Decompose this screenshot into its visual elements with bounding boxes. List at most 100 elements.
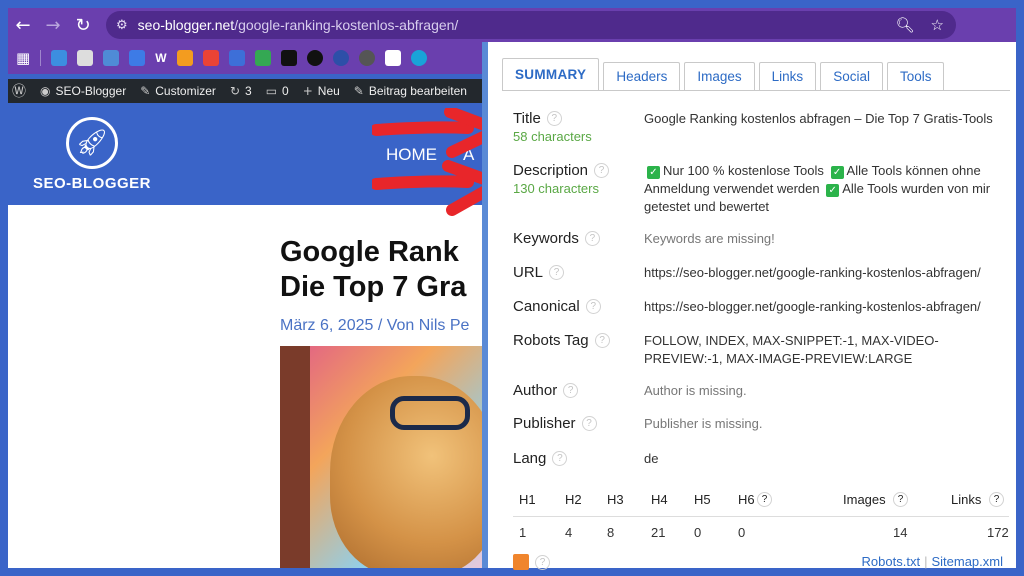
dashboard-icon: ◉ (40, 84, 51, 98)
wp-admin-bar: Ⓦ ◉ SEO-Blogger ✎ Customizer ↻ 3 ▭ 0 + Neu ✎ B… (8, 79, 483, 103)
bookmark-icon[interactable] (410, 50, 427, 66)
canonical-row: Canonical? https://seo-blogger.net/googl… (513, 298, 1013, 315)
sitemap-xml-link[interactable]: Sitemap.xml (931, 554, 1003, 569)
url-host: seo-blogger.net (137, 17, 235, 33)
bookmark-icon[interactable] (77, 50, 94, 66)
description-part: Nur 100 % kostenlose Tools (663, 163, 824, 178)
amazon-icon[interactable] (176, 50, 193, 66)
help-icon[interactable]: ? (552, 451, 568, 466)
site-logo[interactable]: 🚀︎ SEO-BLOGGER (32, 117, 152, 192)
robots-txt-link[interactable]: Robots.txt (862, 554, 921, 569)
publisher-value: Publisher is missing. (644, 416, 763, 431)
val-h5: 0 (694, 525, 702, 540)
bookmark-w-icon[interactable]: W (155, 51, 166, 65)
headings-summary-table: H1 H2 H3 H4 H5 H6 ? Images ? Links ? 1 4… (513, 492, 1013, 545)
site-info-icon[interactable]: ⚙ (116, 18, 128, 33)
col-h3: H3 (607, 492, 624, 507)
bookmark-icon[interactable] (51, 50, 68, 66)
help-icon[interactable]: ? (585, 299, 601, 314)
apps-grid-icon[interactable]: ▦ (16, 49, 30, 67)
plus-icon: + (302, 84, 313, 98)
tab-social[interactable]: Social (820, 62, 883, 90)
post-meta[interactable]: März 6, 2025 / Von Nils Pe (280, 317, 469, 335)
val-images: 14 (893, 525, 908, 540)
seo-extension-panel: SUMMARY Headers Images Links Social Tool… (482, 42, 1016, 570)
drive-icon[interactable] (254, 50, 271, 66)
rss-feed-icon[interactable] (513, 554, 529, 570)
chatgpt-icon[interactable] (306, 50, 323, 66)
bookmark-star-icon[interactable]: ☆ (931, 16, 944, 34)
updates-icon: ↻ (229, 84, 240, 98)
arrow-right-icon: → (45, 14, 61, 36)
tab-headers[interactable]: Headers (603, 62, 681, 90)
divider (513, 516, 1009, 517)
page-content: Google Rank Die Top 7 Gra März 6, 2025 /… (8, 205, 483, 568)
help-icon[interactable]: ? (594, 163, 610, 178)
tab-links[interactable]: Links (758, 62, 817, 90)
robots-value: FOLLOW, INDEX, MAX-SNIPPET:-1, MAX-VIDEO… (644, 333, 939, 366)
lang-label: Lang (513, 450, 547, 467)
keywords-label: Keywords (513, 230, 579, 247)
wordpress-icon[interactable]: Ⓦ (12, 81, 26, 101)
tab-summary[interactable]: SUMMARY (502, 58, 600, 90)
mail-icon[interactable] (228, 50, 245, 66)
bookmark-icon[interactable] (103, 50, 120, 66)
col-links: Links (951, 492, 982, 507)
val-h1: 1 (519, 525, 527, 540)
url-row: URL? https://seo-blogger.net/google-rank… (513, 264, 1013, 281)
help-icon[interactable]: ? (989, 492, 1004, 507)
wp-new-link[interactable]: + Neu (303, 84, 340, 98)
help-icon[interactable]: ? (535, 555, 550, 570)
gmail-icon[interactable] (202, 50, 219, 66)
browser-toolbar: ← → ↻ ⚙ seo-blogger.net/google-ranking-k… (8, 8, 1016, 42)
back-button[interactable]: ← (8, 10, 38, 40)
help-icon[interactable]: ? (546, 111, 562, 126)
wp-edit-link[interactable]: ✎ Beitrag bearbeiten (354, 84, 467, 98)
url-path: /google-ranking-kostenlos-abfragen/ (234, 17, 459, 33)
logo-text: SEO-BLOGGER (32, 175, 151, 192)
wp-site-link[interactable]: ◉ SEO-Blogger (40, 84, 126, 98)
bookmark-icon[interactable] (332, 50, 349, 66)
wp-comments-link[interactable]: ▭ 0 (266, 84, 289, 98)
address-bar[interactable]: ⚙ seo-blogger.net/google-ranking-kostenl… (106, 11, 956, 39)
tab-tools[interactable]: Tools (886, 62, 945, 90)
title-char-count: 58 characters (513, 129, 592, 144)
panel-footer: ? Robots.txt | Sitemap.xml (513, 552, 1013, 572)
help-icon[interactable]: ? (563, 383, 579, 398)
publisher-row: Publisher? Publisher is missing. (513, 415, 1013, 432)
tab-images[interactable]: Images (684, 62, 755, 90)
col-h1: H1 (519, 492, 536, 507)
col-images: Images (843, 492, 886, 507)
forward-button[interactable]: → (38, 10, 68, 40)
bookmark-icon[interactable] (384, 50, 401, 66)
help-icon[interactable]: ? (584, 231, 600, 246)
lang-row: Lang? de (513, 450, 1013, 467)
help-icon[interactable]: ? (757, 492, 772, 507)
canonical-value[interactable]: https://seo-blogger.net/google-ranking-k… (644, 298, 1004, 316)
comment-icon: ▭ (265, 84, 278, 98)
docs-icon[interactable] (129, 50, 146, 66)
pencil-icon: ✎ (353, 84, 364, 98)
footer-links: Robots.txt | Sitemap.xml (862, 554, 1003, 569)
wp-customizer-link[interactable]: ✎ Customizer (140, 84, 216, 98)
tab-underline (502, 90, 1010, 91)
headings-header-row: H1 H2 H3 H4 H5 H6 ? Images ? Links ? (513, 492, 1013, 512)
url-value[interactable]: https://seo-blogger.net/google-ranking-k… (644, 264, 1004, 282)
col-h6: H6 (738, 492, 755, 507)
help-icon[interactable]: ? (893, 492, 908, 507)
help-icon[interactable]: ? (549, 265, 565, 280)
help-icon[interactable]: ? (594, 333, 610, 348)
zoom-icon[interactable]: 🔍︎ (896, 16, 915, 34)
author-row: Author? Author is missing. (513, 382, 1013, 399)
description-value: ✓ Nur 100 % kostenlose Tools ✓ Alle Tools … (644, 162, 1004, 216)
bookmark-icon[interactable] (280, 50, 297, 66)
bookmark-icon[interactable] (358, 50, 375, 66)
help-icon[interactable]: ? (581, 416, 597, 431)
wp-updates-link[interactable]: ↻ 3 (230, 84, 252, 98)
reload-button[interactable]: ↻ (68, 10, 98, 40)
col-h5: H5 (694, 492, 711, 507)
description-row: Description? 130 characters ✓ Nur 100 % k… (513, 162, 1013, 214)
val-h6: 0 (738, 525, 746, 540)
val-h3: 8 (607, 525, 615, 540)
rocket-icon: 🚀︎ (66, 117, 118, 169)
